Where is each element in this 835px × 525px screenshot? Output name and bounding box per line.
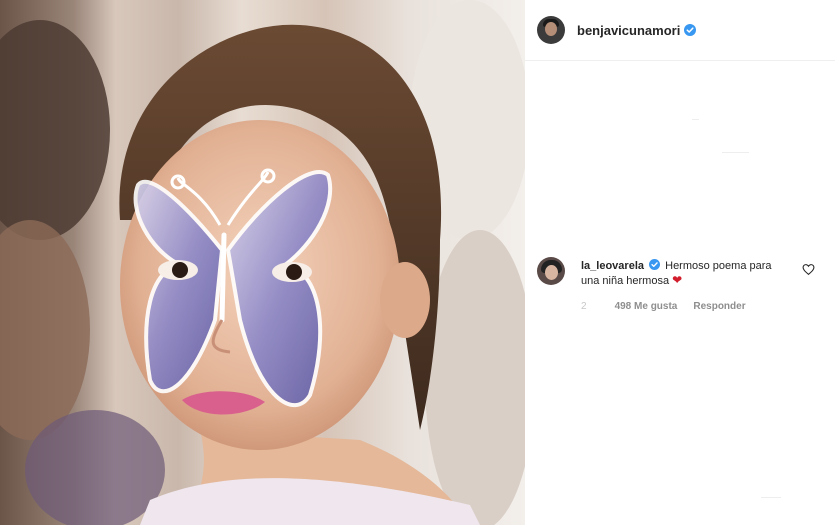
commenter-avatar[interactable] [537,257,565,285]
photo-illustration [0,0,525,525]
comment-time: 2 [581,301,587,312]
comment-likes[interactable]: 498 Me gusta [615,301,678,312]
faint-mark [722,152,749,153]
post-photo[interactable] [0,0,525,525]
post-header: benjavicunamori [537,16,697,44]
verified-badge-icon [684,24,697,36]
heart-outline-icon[interactable] [802,263,815,276]
author-avatar[interactable] [537,16,565,44]
verified-badge-icon [649,259,661,270]
comment-body: la_leovarela Hermoso poema para una niña… [581,259,791,289]
heart-emoji: ❤ [672,273,683,287]
commenter-username[interactable]: la_leovarela [581,260,644,272]
header-divider [525,60,835,61]
faint-mark [761,497,781,498]
faint-mark [692,119,699,120]
author-username[interactable]: benjavicunamori [577,23,680,38]
comment-meta: 2 498 Me gusta Responder [581,301,746,312]
post-sidebar: benjavicunamori la_leovarela Hermoso poe… [525,0,835,525]
reply-button[interactable]: Responder [693,301,745,312]
